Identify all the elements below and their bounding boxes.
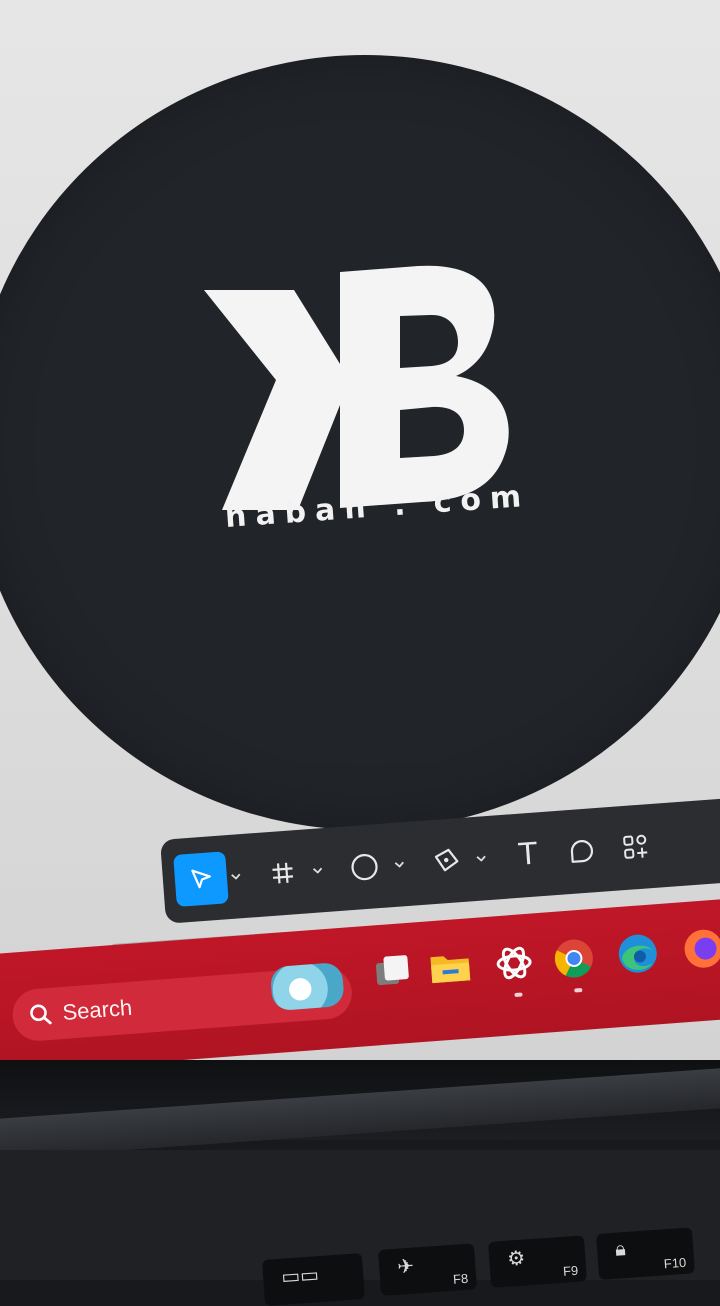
search-icon <box>30 1004 52 1025</box>
chatgpt-running-indicator <box>514 992 523 998</box>
pen-tool-menu-chevron[interactable] <box>472 832 490 885</box>
actions-tool-button[interactable] <box>608 819 664 875</box>
widgets-weather-icon[interactable] <box>269 961 345 1012</box>
f9-key[interactable]: ⚙ F9 <box>488 1235 587 1288</box>
chrome-icon[interactable] <box>550 935 597 982</box>
text-icon: T <box>517 836 539 873</box>
chevron-down-icon <box>394 861 404 868</box>
airplane-icon: ✈ <box>396 1255 415 1279</box>
task-view-icon[interactable] <box>369 949 416 996</box>
f8-key[interactable]: ✈ F8 <box>378 1243 477 1296</box>
display-mode-icon: ▭▭ <box>280 1264 320 1289</box>
text-tool-button[interactable]: T <box>500 827 556 883</box>
f10-key-label: F10 <box>663 1254 687 1272</box>
move-tool-menu-chevron[interactable] <box>227 850 245 903</box>
f10-key[interactable]: 🔒︎ F10 <box>596 1227 695 1280</box>
edge-icon[interactable] <box>614 930 661 977</box>
chevron-down-icon <box>312 867 323 874</box>
monitor-screen: haban . com T Search <box>0 0 720 1090</box>
firefox-icon[interactable] <box>680 925 720 972</box>
ellipse-icon <box>351 853 378 881</box>
comment-tool-button[interactable] <box>554 823 610 879</box>
kb-monogram-logo <box>204 265 509 510</box>
pen-icon <box>434 848 459 872</box>
f8-key-label: F8 <box>452 1270 469 1287</box>
chatgpt-icon[interactable] <box>491 939 538 986</box>
chrome-running-indicator <box>574 987 583 993</box>
cursor-arrow-icon <box>191 869 211 889</box>
actions-grid-icon <box>623 834 648 859</box>
frame-tool-menu-chevron[interactable] <box>309 844 327 897</box>
laptop-keyboard: ▭▭ ✈ F8 ⚙ F9 🔒︎ F10 <box>0 1150 720 1306</box>
chevron-down-icon <box>476 855 486 862</box>
search-label: Search <box>61 994 134 1025</box>
settings-gear-icon: ⚙ <box>506 1247 526 1271</box>
move-tool-button[interactable] <box>173 851 229 907</box>
display-mode-key[interactable]: ▭▭ <box>262 1253 365 1306</box>
comment-icon <box>570 840 594 863</box>
ellipse-tool-button[interactable] <box>337 839 393 895</box>
ellipse-tool-menu-chevron[interactable] <box>391 838 409 891</box>
chevron-down-icon <box>231 873 241 880</box>
f9-key-label: F9 <box>562 1262 579 1279</box>
lock-icon: 🔒︎ <box>614 1237 627 1261</box>
frame-hash-icon <box>272 862 294 884</box>
file-explorer-icon[interactable] <box>427 944 474 991</box>
frame-tool-button[interactable] <box>255 845 311 901</box>
pen-tool-button[interactable] <box>418 833 474 889</box>
